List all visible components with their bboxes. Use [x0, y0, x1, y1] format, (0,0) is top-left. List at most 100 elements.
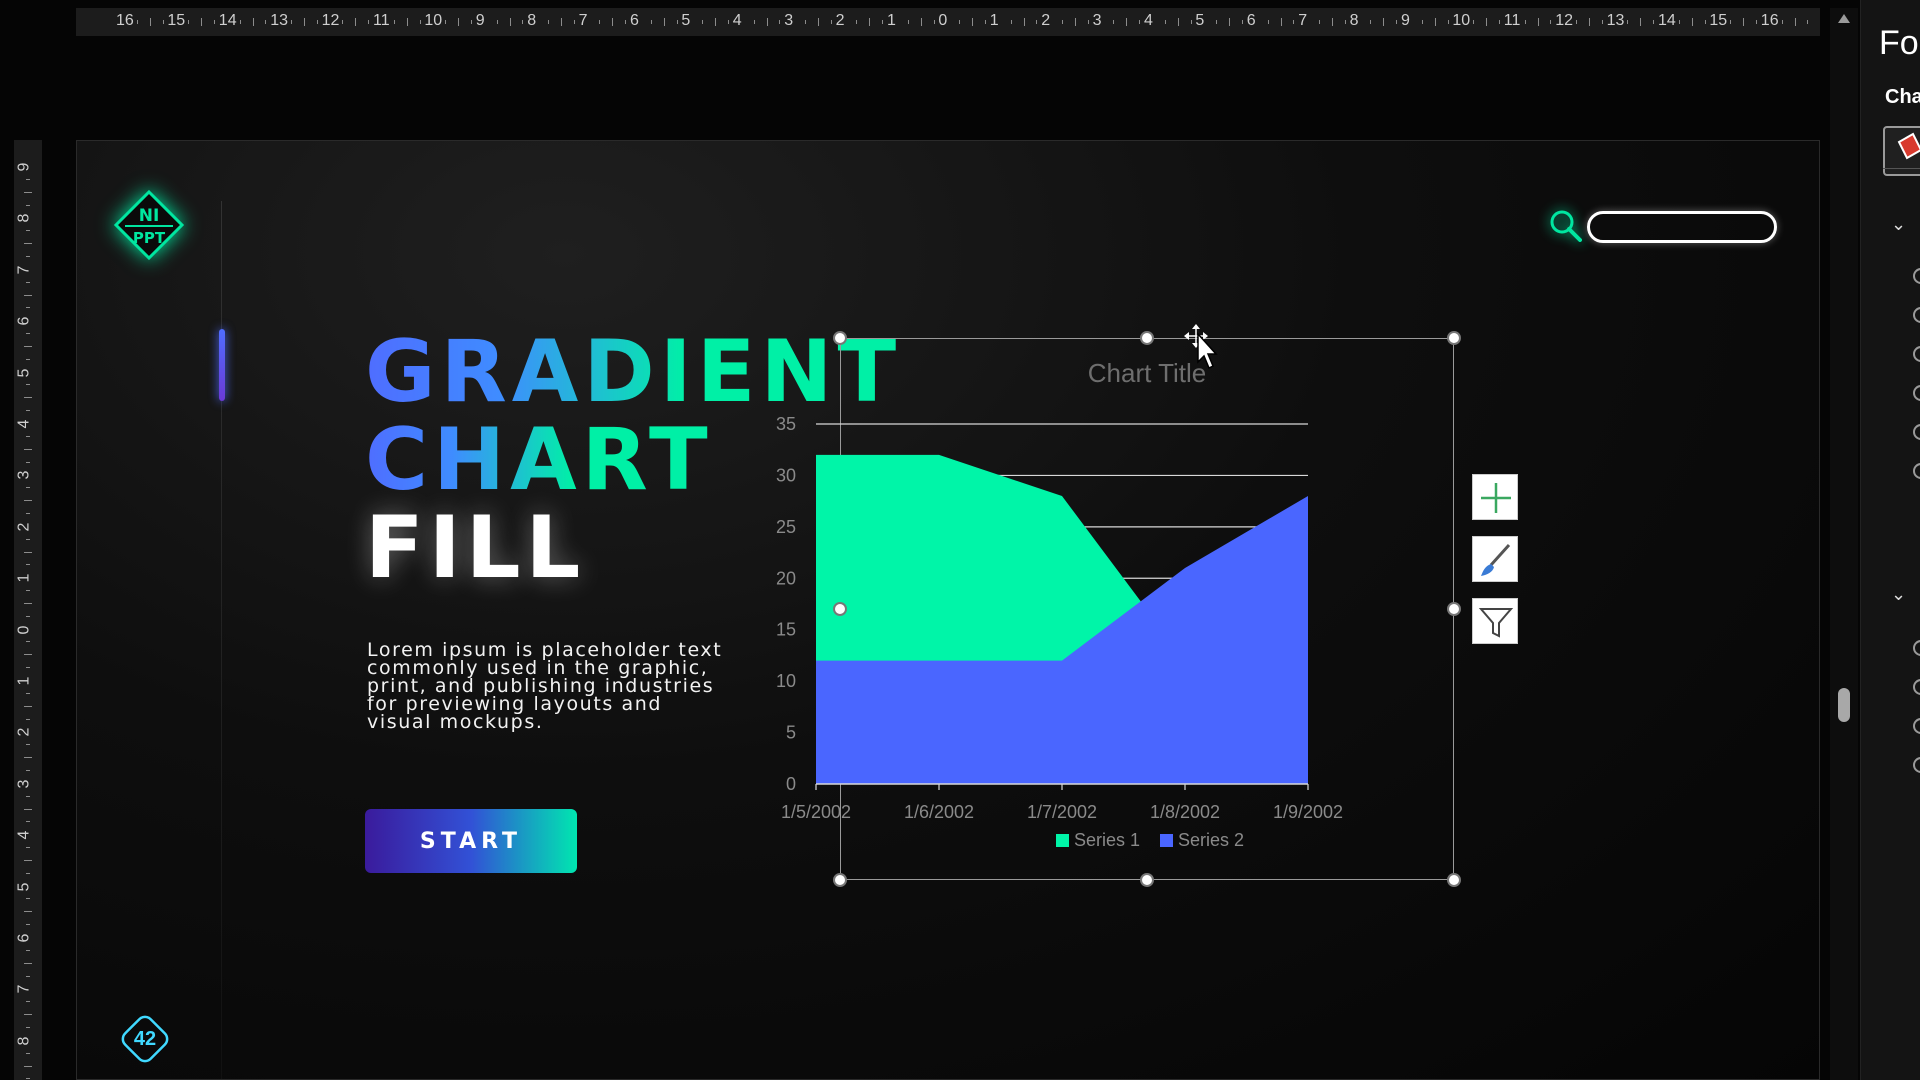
ruler-tick	[26, 281, 30, 283]
ruler-tick	[291, 20, 293, 24]
ruler-tick	[1447, 20, 1449, 24]
ruler-tick	[1434, 18, 1436, 26]
ruler-tick	[573, 20, 575, 24]
resize-handle-bottom[interactable]	[1140, 873, 1154, 887]
fill-option-radio[interactable]	[1913, 346, 1920, 362]
y-tick-label: 30	[776, 465, 796, 485]
ruler-label: 1	[15, 676, 33, 686]
ruler-label: 8	[15, 213, 33, 223]
ruler-tick	[26, 1078, 30, 1080]
ruler-tick	[342, 20, 344, 24]
ruler-label: 8	[1349, 12, 1359, 29]
search-input[interactable]	[1587, 211, 1777, 243]
move-cursor-icon	[1184, 324, 1218, 370]
vertical-scrollbar[interactable]	[1830, 8, 1858, 1080]
border-option-radio[interactable]	[1913, 718, 1920, 734]
y-tick-label: 35	[776, 414, 796, 434]
accent-bar	[219, 329, 225, 401]
resize-handle-top-left[interactable]	[833, 331, 847, 345]
ruler-tick	[26, 461, 30, 463]
search-icon[interactable]	[1547, 207, 1583, 243]
ruler-tick	[779, 20, 781, 24]
ruler-tick	[26, 307, 30, 309]
border-option-radio[interactable]	[1913, 679, 1920, 695]
resize-handle-bottom-left[interactable]	[833, 873, 847, 887]
start-button[interactable]: START	[365, 809, 577, 873]
fill-option-radio[interactable]	[1913, 385, 1920, 401]
ruler-tick	[1653, 20, 1655, 24]
ruler-tick	[1267, 20, 1269, 24]
ruler-tick	[26, 512, 30, 514]
ruler-label: 14	[218, 12, 237, 29]
format-pane-tab-chart-options[interactable]: Cha	[1885, 86, 1920, 109]
ruler-label: 5	[1195, 12, 1205, 29]
ruler-tick	[24, 243, 32, 245]
ruler-tick	[1576, 20, 1578, 24]
ruler-tick	[933, 20, 935, 24]
fill-section-chevron-icon[interactable]: ⌄	[1891, 214, 1906, 235]
ruler-tick	[26, 590, 30, 592]
ruler-tick	[1383, 18, 1385, 26]
ruler-label: 3	[15, 470, 33, 480]
horizontal-ruler[interactable]: 16 15 14 13 12 11 10 9 8 7 6 5 4 3 2 1 0 1 2 3 4 5 6 7 8 9 10 11 12 1…	[76, 8, 1820, 36]
ruler-label: 0	[15, 625, 33, 635]
ruler-tick	[1126, 18, 1128, 26]
ruler-label: 3	[15, 779, 33, 789]
ruler-label: 1	[15, 573, 33, 583]
border-section-chevron-icon[interactable]: ⌄	[1891, 584, 1906, 605]
ruler-tick	[1421, 20, 1423, 24]
ruler-tick	[26, 872, 30, 874]
ruler-tick	[766, 18, 768, 26]
scroll-thumb[interactable]	[1838, 688, 1850, 722]
legend-swatch-series-1	[1056, 834, 1069, 847]
ruler-label: 16	[116, 12, 134, 29]
ruler-tick	[26, 1026, 30, 1028]
ruler-tick	[548, 20, 550, 24]
chart-filters-button[interactable]	[1472, 598, 1518, 644]
ruler-tick	[1229, 18, 1231, 26]
border-option-radio[interactable]	[1913, 757, 1920, 773]
resize-handle-bottom-right[interactable]	[1447, 873, 1461, 887]
ruler-tick	[1588, 18, 1590, 26]
fill-option-radio[interactable]	[1913, 424, 1920, 440]
ruler-label: 4	[1144, 12, 1153, 29]
resize-handle-top-right[interactable]	[1447, 331, 1461, 345]
ruler-label: 8	[15, 1036, 33, 1046]
x-tick-label: 1/7/2002	[1027, 802, 1097, 822]
ruler-label: 2	[15, 522, 33, 532]
border-option-radio[interactable]	[1913, 640, 1920, 656]
area-chart[interactable]: Chart Title051015202530351/5/2002 1/6/200…	[776, 338, 1454, 880]
resize-handle-right[interactable]	[1447, 602, 1461, 616]
vertical-ruler[interactable]: 9 8 7 6 5 4 3 2 1 0 1 2 3 4 5 6 7 8	[14, 140, 42, 1080]
ruler-tick	[830, 20, 832, 24]
scroll-up-arrow-icon[interactable]	[1838, 14, 1850, 23]
fill-option-radio[interactable]	[1913, 463, 1920, 479]
ruler-label: 9	[475, 12, 485, 29]
ruler-tick	[1023, 18, 1025, 26]
resize-handle-top[interactable]	[1140, 331, 1154, 345]
ruler-tick	[509, 18, 511, 26]
ni-ppt-logo-icon: NI PPT	[113, 189, 185, 261]
ruler-tick	[753, 20, 755, 24]
ruler-tick	[1164, 20, 1166, 24]
ruler-tick	[702, 20, 704, 24]
ruler-tick	[1074, 18, 1076, 26]
ruler-label: 2	[15, 727, 33, 737]
ruler-tick	[1319, 20, 1321, 24]
body-paragraph: Lorem ipsum is placeholder text commonly…	[367, 641, 787, 733]
body-line: visual mockups.	[367, 711, 544, 733]
ruler-label: 7	[15, 265, 33, 275]
fill-option-radio[interactable]	[1913, 307, 1920, 323]
ruler-tick	[252, 18, 254, 26]
ruler-tick	[1678, 20, 1680, 24]
svg-text:NI: NI	[139, 206, 160, 226]
paintbrush-icon	[1481, 543, 1511, 576]
legend-label-series-1: Series 1	[1074, 830, 1140, 850]
ruler-label: 13	[270, 12, 288, 29]
ruler-label: 7	[1298, 12, 1308, 29]
chart-elements-button[interactable]	[1472, 474, 1518, 520]
fill-option-radio[interactable]	[1913, 268, 1920, 284]
resize-handle-left[interactable]	[833, 602, 847, 616]
ruler-tick	[26, 487, 30, 489]
chart-styles-button[interactable]	[1472, 536, 1518, 582]
